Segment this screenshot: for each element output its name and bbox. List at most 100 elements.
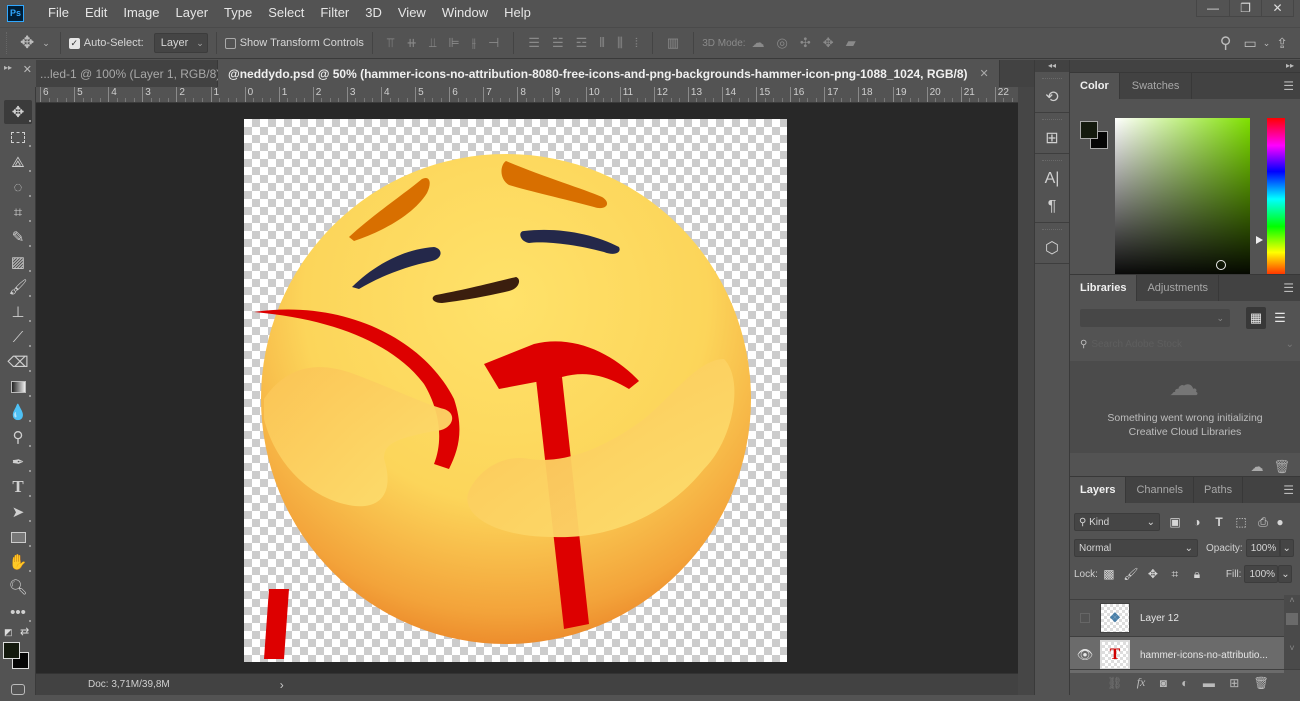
- share-icon[interactable]: ⇪: [1270, 35, 1294, 52]
- type-tool[interactable]: T: [4, 475, 32, 499]
- add-mask-icon[interactable]: ◙: [1160, 676, 1167, 690]
- menu-select[interactable]: Select: [260, 0, 312, 26]
- quick-selection-tool[interactable]: ◌: [4, 175, 32, 199]
- hue-slider-marker[interactable]: [1256, 236, 1263, 244]
- align-left-edges-icon[interactable]: ⊫: [442, 35, 465, 51]
- panel-menu-icon[interactable]: ☰: [1283, 281, 1294, 295]
- layer-row[interactable]: ❖ Layer 12: [1070, 599, 1284, 636]
- eyedropper-tool[interactable]: ✎: [4, 225, 32, 249]
- scroll-down-icon[interactable]: ˅: [1284, 643, 1300, 653]
- dodge-tool[interactable]: ⚲: [4, 425, 32, 449]
- default-colors-icon[interactable]: ◩: [4, 627, 13, 638]
- clone-stamp-tool[interactable]: ⊥: [4, 300, 32, 324]
- list-view-button[interactable]: ☰: [1270, 307, 1290, 329]
- lock-position-icon[interactable]: ✥: [1142, 567, 1164, 581]
- chevron-down-icon[interactable]: ⌄: [40, 38, 52, 49]
- tab-libraries[interactable]: Libraries: [1070, 275, 1138, 301]
- grip[interactable]: [1042, 119, 1062, 121]
- align-top-edges-icon[interactable]: ⫪: [381, 35, 400, 51]
- foreground-color-chip[interactable]: [1080, 121, 1098, 139]
- lock-artboard-icon[interactable]: ⌗: [1164, 567, 1186, 582]
- trash-icon[interactable]: 🗑: [1273, 459, 1290, 475]
- move-tool-preset-icon[interactable]: ✥: [14, 33, 40, 53]
- brush-tool[interactable]: 🖌: [4, 275, 32, 299]
- adjustment-layer-icon[interactable]: ◐: [1181, 676, 1188, 690]
- panel-menu-icon[interactable]: ☰: [1283, 483, 1294, 497]
- saturation-brightness-field[interactable]: [1115, 118, 1250, 280]
- show-transform-controls-checkbox[interactable]: [224, 37, 236, 49]
- distribute-bottom-icon[interactable]: ☲: [570, 35, 594, 51]
- document-canvas[interactable]: [244, 119, 787, 662]
- tab-neddydo-psd[interactable]: @neddydo.psd @ 50% (hammer-icons-no-attr…: [218, 60, 1000, 87]
- auto-select-checkbox[interactable]: ✓: [68, 37, 80, 49]
- canvas-area[interactable]: [36, 103, 1018, 673]
- status-menu-arrow[interactable]: ›: [280, 678, 284, 692]
- menu-type[interactable]: Type: [216, 0, 260, 26]
- fill-dropdown[interactable]: ⌄: [1278, 565, 1293, 583]
- distribute-horizontal-centers-icon[interactable]: ⫼: [611, 35, 629, 51]
- tab-color[interactable]: Color: [1070, 73, 1120, 99]
- blur-tool[interactable]: 💧: [4, 400, 32, 424]
- orbit-3d-icon[interactable]: ☁: [746, 35, 771, 51]
- filter-kind-dropdown[interactable]: ⚲ Kind ⌄: [1074, 513, 1160, 531]
- shape-layer-filter-icon[interactable]: ⬚: [1230, 515, 1252, 529]
- workspace-icon[interactable]: ▭: [1237, 35, 1262, 52]
- edit-toolbar-button[interactable]: •••: [4, 600, 32, 624]
- new-group-icon[interactable]: ▬: [1203, 676, 1215, 690]
- chevron-down-icon[interactable]: ⌄: [1263, 38, 1271, 49]
- lock-image-pixels-icon[interactable]: 🖌: [1120, 567, 1142, 581]
- panel-menu-icon[interactable]: ☰: [1283, 79, 1294, 93]
- rectangle-tool[interactable]: [4, 525, 32, 549]
- drag-3d-icon[interactable]: ✣: [794, 35, 817, 51]
- delete-layer-icon[interactable]: 🗑: [1254, 676, 1269, 690]
- properties-icon[interactable]: ⊞: [1045, 127, 1058, 149]
- vertical-scrollbar[interactable]: [1018, 87, 1034, 695]
- history-icon[interactable]: ⟲: [1045, 86, 1058, 108]
- search-icon[interactable]: ⚲: [1214, 33, 1238, 53]
- close-icon[interactable]: ✕: [980, 67, 989, 80]
- tab-swatches[interactable]: Swatches: [1120, 73, 1193, 99]
- fill-input[interactable]: 100%: [1244, 565, 1279, 583]
- type-layer-filter-icon[interactable]: T: [1208, 515, 1230, 529]
- history-brush-tool[interactable]: ⟋: [4, 325, 32, 349]
- horizontal-ruler[interactable]: 6 5 4 3 2 1 0 1 2 3 4 5 6 7 8 9 10 11 12 13 14 15 16 17 18 19 20 21…: [36, 87, 1018, 103]
- filter-toggle[interactable]: ●: [1274, 515, 1286, 529]
- menu-edit[interactable]: Edit: [77, 0, 115, 26]
- scroll-thumb[interactable]: [1286, 613, 1298, 625]
- options-grip[interactable]: [6, 32, 14, 54]
- align-bottom-edges-icon[interactable]: ⫫: [423, 35, 442, 51]
- layer-row-selected[interactable]: 👁 T hammer-icons-no-attributio...: [1070, 636, 1284, 673]
- align-horizontal-centers-icon[interactable]: ⫲: [466, 35, 482, 51]
- auto-select-target-dropdown[interactable]: Layer ⌄: [153, 33, 208, 53]
- link-layers-icon[interactable]: ⛓: [1107, 676, 1122, 690]
- minimize-button[interactable]: —: [1197, 0, 1229, 16]
- menu-3d[interactable]: 3D: [357, 0, 390, 26]
- lock-all-icon[interactable]: 🔒︎: [1186, 567, 1208, 582]
- menu-help[interactable]: Help: [496, 0, 539, 26]
- tab-paths[interactable]: Paths: [1194, 477, 1244, 503]
- tab-channels[interactable]: Channels: [1126, 477, 1194, 503]
- character-icon[interactable]: A|: [1045, 168, 1060, 190]
- scroll-up-icon[interactable]: ˄: [1284, 595, 1300, 605]
- distribute-right-icon[interactable]: ⦙: [629, 35, 644, 51]
- auto-align-layers-icon[interactable]: ▥: [661, 35, 685, 51]
- healing-brush-tool[interactable]: ▨: [4, 250, 32, 274]
- grip[interactable]: [1042, 229, 1062, 231]
- menu-image[interactable]: Image: [115, 0, 167, 26]
- lasso-tool[interactable]: ⟁: [4, 150, 32, 174]
- move-tool[interactable]: ✥: [4, 100, 32, 124]
- grip[interactable]: [1042, 160, 1062, 162]
- align-right-edges-icon[interactable]: ⊣: [482, 35, 505, 51]
- hue-slider[interactable]: [1267, 118, 1285, 280]
- 3d-cube-icon[interactable]: ⬡: [1045, 237, 1059, 259]
- restore-button[interactable]: ❐: [1229, 0, 1261, 16]
- grip[interactable]: [1042, 78, 1062, 80]
- layer-visibility-toggle[interactable]: [1070, 613, 1100, 623]
- layer-visibility-toggle[interactable]: 👁: [1070, 647, 1100, 663]
- menu-view[interactable]: View: [390, 0, 434, 26]
- scale-3d-icon[interactable]: ▰: [840, 35, 862, 51]
- expand-toolbar-icon[interactable]: ▸▸: [4, 63, 12, 72]
- paragraph-icon[interactable]: ¶: [1048, 196, 1057, 218]
- menu-window[interactable]: Window: [434, 0, 496, 26]
- adobe-stock-search[interactable]: ⚲ Search Adobe Stock ⌄: [1080, 335, 1294, 353]
